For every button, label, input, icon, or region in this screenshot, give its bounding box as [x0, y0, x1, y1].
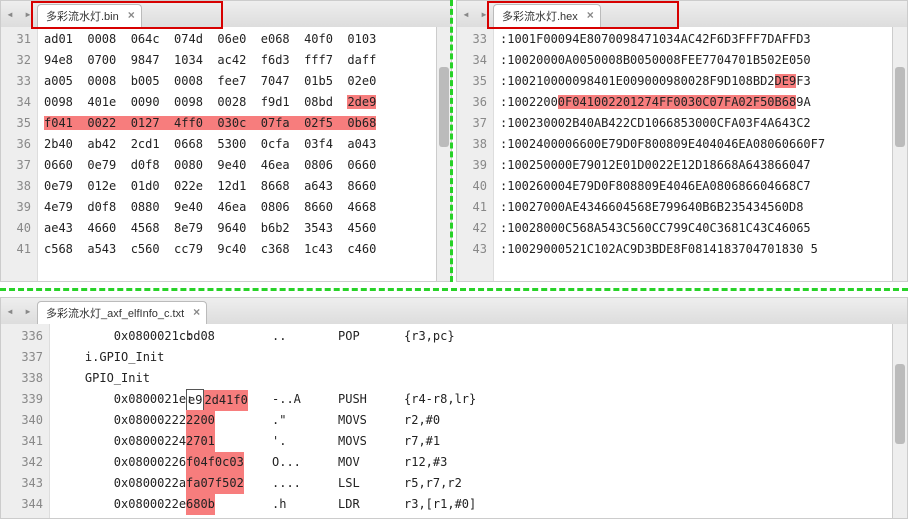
- code-line: :10020000A0050008B0050008FEE7704701B502E…: [500, 50, 892, 71]
- code-line: :10029000521C102AC9D3BDE8F08141837047018…: [500, 239, 892, 260]
- code-line: 0660 0e79 d0f8 0080 9e40 46ea 0806 0660: [44, 155, 436, 176]
- tab-prev-icon[interactable]: ◂: [1, 1, 19, 27]
- code-line: :100260004E79D0F808809E4046EA08068660466…: [500, 176, 892, 197]
- line-gutter: 336337338339340341342343344345346: [1, 324, 50, 518]
- code-line: f041 0022 0127 4ff0 030c 07fa 02f5 0b68: [44, 113, 436, 134]
- tab-prev-icon[interactable]: ◂: [457, 1, 475, 27]
- tab-hex[interactable]: 多彩流水灯.hex ×: [493, 4, 601, 27]
- code-line: GPIO_Init: [56, 368, 892, 389]
- scrollbar[interactable]: [436, 27, 451, 281]
- code-line: 94e8 0700 9847 1034 ac42 f6d3 fff7 daff: [44, 50, 436, 71]
- code-line: 0x08000226:f04f0c03O...MOVr12,#3: [56, 452, 892, 473]
- code-line: 0x08000224:2701'.MOVSr7,#1: [56, 431, 892, 452]
- code-line: ae43 4660 4568 8e79 9640 b6b2 3543 4560: [44, 218, 436, 239]
- tab-label: 多彩流水灯.hex: [502, 8, 578, 24]
- code-line: 0x0800021c:bd08..POP{r3,pc}: [56, 326, 892, 347]
- code-line: 0x0800022a:fa07f502....LSLr5,r7,r2: [56, 473, 892, 494]
- code-area[interactable]: :1001F00094E8070098471034AC42F6D3FFF7DAF…: [494, 27, 892, 281]
- tabbar: ◂ ▸ 多彩流水灯.hex ×: [457, 1, 907, 28]
- code-line: 0098 401e 0090 0098 0028 f9d1 08bd 2de9: [44, 92, 436, 113]
- tab-next-icon[interactable]: ▸: [19, 1, 37, 27]
- code-line: 0e79 012e 01d0 022e 12d1 8668 a643 8660: [44, 176, 436, 197]
- close-icon[interactable]: ×: [587, 8, 594, 22]
- line-gutter: 3132333435363738394041: [1, 27, 38, 281]
- code-line: 0x0800022e:680b.hLDRr3,[r1,#0]: [56, 494, 892, 515]
- asm-editor-pane: ◂ ▸ 多彩流水灯_axf_elfInfo_c.txt × 3363373383…: [0, 297, 908, 519]
- code-line: a005 0008 b005 0008 fee7 7047 01b5 02e0: [44, 71, 436, 92]
- code-line: 0x0800021e:e92d41f0-..APUSH{r4-r8,lr}: [56, 389, 892, 410]
- line-gutter: 3334353637383940414243: [457, 27, 494, 281]
- bin-editor-pane: ◂ ▸ 多彩流水灯.bin × 3132333435363738394041 a…: [0, 0, 452, 282]
- code-line: :100230002B40AB422CD1066853000CFA03F4A64…: [500, 113, 892, 134]
- code-line: 2b40 ab42 2cd1 0668 5300 0cfa 03f4 a043: [44, 134, 436, 155]
- code-line: :100210000098401E009000980028F9D108BD2DE…: [500, 71, 892, 92]
- tab-prev-icon[interactable]: ◂: [1, 298, 19, 324]
- code-area[interactable]: ad01 0008 064c 074d 06e0 e068 40f0 01039…: [38, 27, 436, 281]
- code-line: :10027000AE4346604568E799640B6B235434560…: [500, 197, 892, 218]
- scrollbar[interactable]: [892, 324, 907, 518]
- tab-next-icon[interactable]: ▸: [475, 1, 493, 27]
- tab-axf[interactable]: 多彩流水灯_axf_elfInfo_c.txt ×: [37, 301, 207, 324]
- code-line: ad01 0008 064c 074d 06e0 e068 40f0 0103: [44, 29, 436, 50]
- code-line: 0x08000230:402b+@ANDSr3,r3,r5: [56, 515, 892, 519]
- close-icon[interactable]: ×: [128, 8, 135, 22]
- tab-label: 多彩流水灯_axf_elfInfo_c.txt: [46, 305, 184, 321]
- code-line: c568 a543 c560 cc79 9c40 c368 1c43 c460: [44, 239, 436, 260]
- code-line: :100250000E79012E01D0022E12D18668A643866…: [500, 155, 892, 176]
- code-line: :10028000C568A543C560CC799C40C3681C43C46…: [500, 218, 892, 239]
- scrollbar[interactable]: [892, 27, 907, 281]
- code-line: 0x08000222:2200."MOVSr2,#0: [56, 410, 892, 431]
- code-area[interactable]: 0x0800021c:bd08..POP{r3,pc} i.GPIO_Init …: [50, 324, 892, 518]
- code-line: :1001F00094E8070098471034AC42F6D3FFF7DAF…: [500, 29, 892, 50]
- close-icon[interactable]: ×: [193, 305, 200, 319]
- code-line: i.GPIO_Init: [56, 347, 892, 368]
- tab-bin[interactable]: 多彩流水灯.bin ×: [37, 4, 142, 27]
- hex-editor-pane: ◂ ▸ 多彩流水灯.hex × 3334353637383940414243 :…: [456, 0, 908, 282]
- code-line: 4e79 d0f8 0880 9e40 46ea 0806 8660 4668: [44, 197, 436, 218]
- tab-next-icon[interactable]: ▸: [19, 298, 37, 324]
- code-line: :10022000F041002201274FF0030C07FA02F50B6…: [500, 92, 892, 113]
- tabbar: ◂ ▸ 多彩流水灯.bin ×: [1, 1, 451, 28]
- tab-label: 多彩流水灯.bin: [46, 8, 119, 24]
- code-line: :1002400006600E79D0F800809E404046EA08060…: [500, 134, 892, 155]
- tabbar: ◂ ▸ 多彩流水灯_axf_elfInfo_c.txt ×: [1, 298, 907, 325]
